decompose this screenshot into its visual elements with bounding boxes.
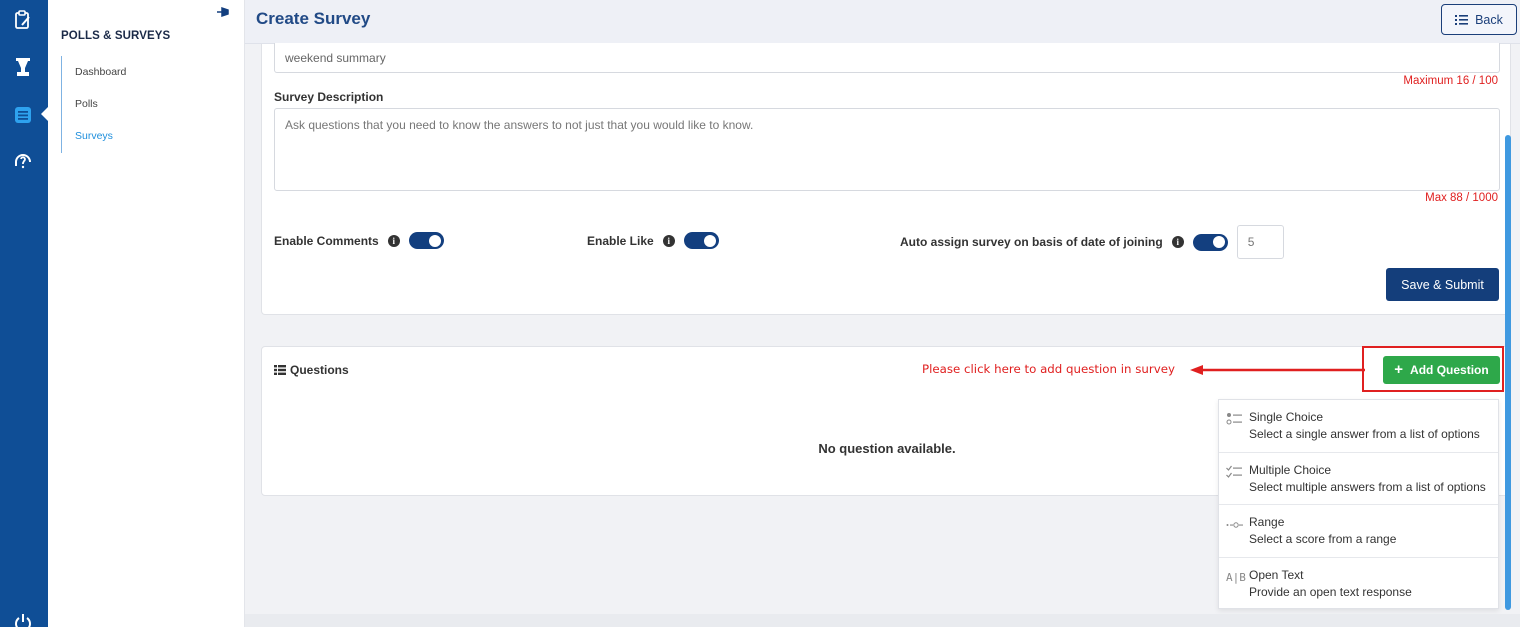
clipboard-icon[interactable] <box>11 8 35 32</box>
auto-assign-row: Auto assign survey on basis of date of j… <box>900 225 1284 259</box>
add-question-label: Add Question <box>1410 363 1489 377</box>
survey-title-input[interactable] <box>274 43 1500 73</box>
enable-comments-toggle[interactable] <box>408 232 444 249</box>
multiple-choice-icon <box>1226 465 1242 478</box>
auto-assign-label: Auto assign survey on basis of date of j… <box>900 235 1163 249</box>
auto-assign-toggle[interactable] <box>1192 233 1228 251</box>
sidebar-item-polls[interactable]: Polls <box>62 88 231 120</box>
questions-header: Questions <box>274 363 349 377</box>
scrollbar-thumb[interactable] <box>1505 135 1511 610</box>
enable-like-label: Enable Like <box>587 233 654 248</box>
list-icon <box>1455 14 1469 25</box>
questions-title: Questions <box>290 363 349 377</box>
menu-item-title: Range <box>1249 515 1285 529</box>
plus-icon: + <box>1394 361 1404 378</box>
annotation-text: Please click here to add question in sur… <box>922 362 1175 376</box>
back-button[interactable]: Back <box>1441 4 1517 35</box>
open-text-icon: A|B <box>1226 570 1246 584</box>
enable-comments-label: Enable Comments <box>274 233 379 248</box>
list-icon <box>274 365 286 375</box>
menu-item-title: Single Choice <box>1249 410 1324 424</box>
enable-comments-row: Enable Comments i <box>274 232 444 249</box>
page-title: Create Survey <box>256 9 371 28</box>
power-icon[interactable] <box>11 610 35 627</box>
menu-item-single-choice[interactable]: Single Choice Select a single answer fro… <box>1219 400 1498 453</box>
single-choice-icon <box>1226 413 1242 425</box>
survey-form-card: Maximum 16 / 100 Survey Description Ask … <box>261 43 1511 315</box>
icon-rail <box>0 0 48 627</box>
menu-item-description: Select a score from a range <box>1249 532 1397 546</box>
survey-description-input[interactable]: Ask questions that you need to know the … <box>274 108 1500 191</box>
range-icon <box>1226 522 1243 528</box>
info-icon[interactable]: i <box>1171 236 1184 248</box>
footer-strip <box>245 614 1520 627</box>
add-question-button[interactable]: + Add Question <box>1383 356 1500 384</box>
info-icon[interactable]: i <box>662 234 675 247</box>
sidebar-nav: Dashboard Polls Surveys <box>61 56 231 153</box>
menu-item-title: Multiple Choice <box>1249 462 1332 477</box>
description-label: Survey Description <box>274 90 384 104</box>
enable-like-row: Enable Like i <box>587 232 719 249</box>
menu-item-title: Open Text <box>1249 567 1304 582</box>
pin-icon[interactable] <box>216 6 230 21</box>
active-indicator <box>41 107 48 121</box>
survey-list-icon[interactable] <box>11 103 35 127</box>
page-header: Create Survey Back <box>245 0 1520 44</box>
question-type-menu: Single Choice Select a single answer fro… <box>1218 399 1499 609</box>
back-label: Back <box>1475 12 1503 27</box>
menu-item-multiple-choice[interactable]: Multiple Choice Select multiple answers … <box>1219 453 1498 505</box>
title-counter: Maximum 16 / 100 <box>1403 75 1498 87</box>
sidebar-title: POLLS & SURVEYS <box>61 30 171 42</box>
enable-like-toggle[interactable] <box>683 232 719 249</box>
secondary-sidebar: POLLS & SURVEYS Dashboard Polls Surveys <box>48 0 245 627</box>
sidebar-item-dashboard[interactable]: Dashboard <box>62 56 231 88</box>
info-icon[interactable]: i <box>387 234 400 247</box>
menu-item-description: Provide an open text response <box>1249 584 1412 599</box>
annotation-arrow <box>1190 365 1365 375</box>
trophy-icon[interactable] <box>11 55 35 79</box>
menu-item-open-text[interactable]: A|B Open Text Provide an open text respo… <box>1219 558 1498 611</box>
menu-item-description: Select multiple answers from a list of o… <box>1249 479 1486 494</box>
auto-assign-days-input[interactable] <box>1236 225 1284 259</box>
save-submit-button[interactable]: Save & Submit <box>1386 268 1499 301</box>
menu-item-description: Select a single answer from a list of op… <box>1249 427 1480 441</box>
help-icon[interactable] <box>11 149 35 173</box>
menu-item-range[interactable]: Range Select a score from a range <box>1219 505 1498 558</box>
description-counter: Max 88 / 1000 <box>1425 192 1498 204</box>
sidebar-item-surveys[interactable]: Surveys <box>62 120 231 152</box>
